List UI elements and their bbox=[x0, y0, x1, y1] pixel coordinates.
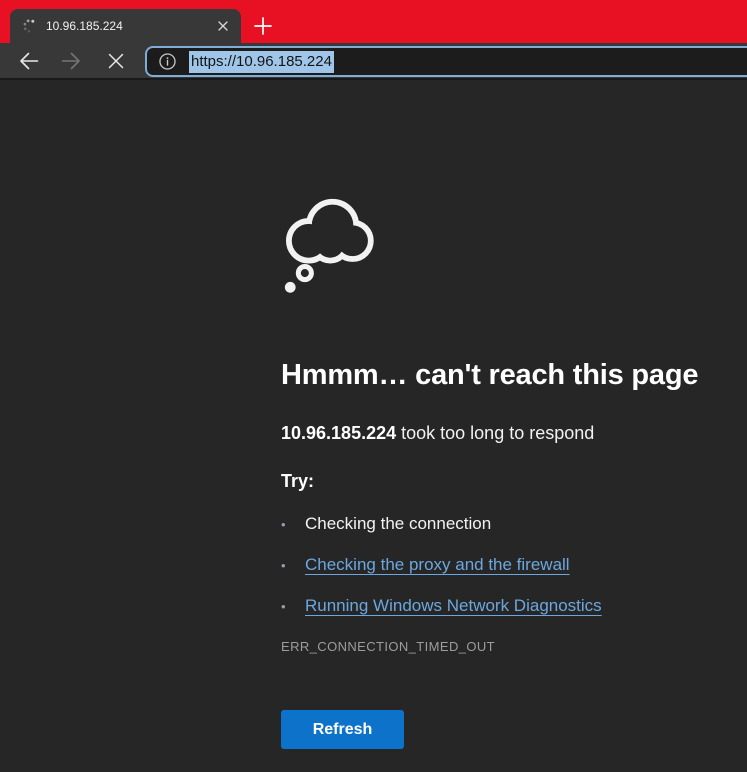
refresh-button[interactable]: Refresh bbox=[281, 710, 404, 749]
thought-cloud-icon bbox=[281, 80, 721, 302]
navigation-toolbar: https://10.96.185.224 bbox=[0, 43, 747, 80]
loading-spinner-icon bbox=[22, 18, 38, 34]
error-content: Hmmm… can't reach this page 10.96.185.22… bbox=[281, 80, 721, 749]
error-title: Hmmm… can't reach this page bbox=[281, 359, 721, 392]
suggestion-list: • Checking the connection • Checking the… bbox=[281, 513, 721, 618]
arrow-left-icon bbox=[16, 49, 40, 73]
tab-bar: 10.96.185.224 bbox=[0, 0, 747, 43]
url-text[interactable]: https://10.96.185.224 bbox=[189, 51, 334, 73]
info-icon[interactable] bbox=[157, 51, 178, 72]
list-item: • Running Windows Network Diagnostics bbox=[281, 595, 721, 618]
tab-title: 10.96.185.224 bbox=[46, 19, 214, 33]
list-item: • Checking the proxy and the firewall bbox=[281, 554, 721, 577]
try-label: Try: bbox=[281, 471, 721, 492]
error-subtitle-text: took too long to respond bbox=[396, 423, 594, 443]
network-diagnostics-link[interactable]: Running Windows Network Diagnostics bbox=[305, 595, 602, 617]
proxy-firewall-link[interactable]: Checking the proxy and the firewall bbox=[305, 554, 570, 576]
arrow-right-icon bbox=[60, 49, 84, 73]
suggestion-check-connection: Checking the connection bbox=[305, 513, 491, 535]
error-subtitle: 10.96.185.224 took too long to respond bbox=[281, 423, 721, 444]
browser-window: 10.96.185.224 bbox=[0, 0, 747, 772]
bullet-icon: • bbox=[281, 596, 305, 618]
error-page: Hmmm… can't reach this page 10.96.185.22… bbox=[0, 80, 747, 770]
list-item: • Checking the connection bbox=[281, 513, 721, 536]
stop-button[interactable] bbox=[100, 46, 132, 76]
bullet-icon: • bbox=[281, 555, 305, 577]
back-button[interactable] bbox=[12, 46, 44, 76]
error-code: ERR_CONNECTION_TIMED_OUT bbox=[281, 639, 721, 654]
tab-close-icon[interactable] bbox=[214, 17, 232, 35]
browser-tab[interactable]: 10.96.185.224 bbox=[10, 9, 241, 43]
close-x-icon bbox=[105, 50, 127, 72]
address-bar[interactable]: https://10.96.185.224 bbox=[145, 46, 747, 77]
new-tab-button[interactable] bbox=[250, 13, 276, 39]
forward-button[interactable] bbox=[56, 46, 88, 76]
bullet-icon: • bbox=[281, 514, 305, 536]
error-host: 10.96.185.224 bbox=[281, 423, 396, 443]
